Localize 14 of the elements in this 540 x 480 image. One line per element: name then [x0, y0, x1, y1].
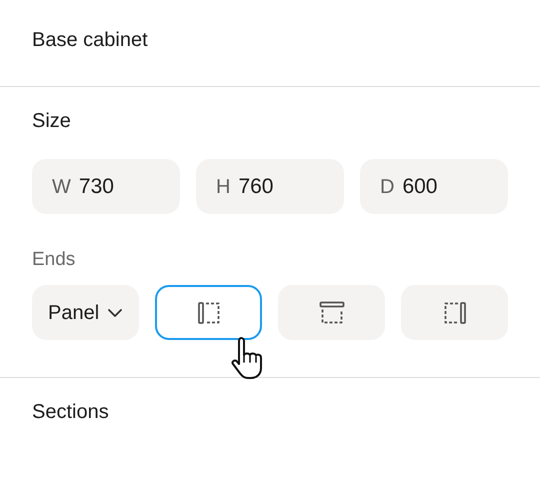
chevron-down-icon — [107, 308, 123, 318]
ends-dropdown[interactable]: Panel — [32, 285, 139, 340]
right-end-panel-icon — [442, 300, 466, 324]
top-panel-icon — [318, 300, 344, 324]
dimension-field[interactable]: W 730 — [32, 159, 180, 214]
section-heading: Sections — [32, 402, 110, 422]
end-option-button[interactable] — [155, 285, 262, 340]
section-heading: Size — [32, 111, 72, 131]
panel-title: Base cabinet — [32, 30, 149, 50]
dimension-field[interactable]: D 600 — [360, 159, 508, 214]
left-end-panel-icon — [196, 300, 220, 324]
field-label: Ends — [32, 250, 76, 269]
hand-pointer-icon — [231, 335, 265, 381]
dimension-field[interactable]: H 760 — [196, 159, 344, 214]
